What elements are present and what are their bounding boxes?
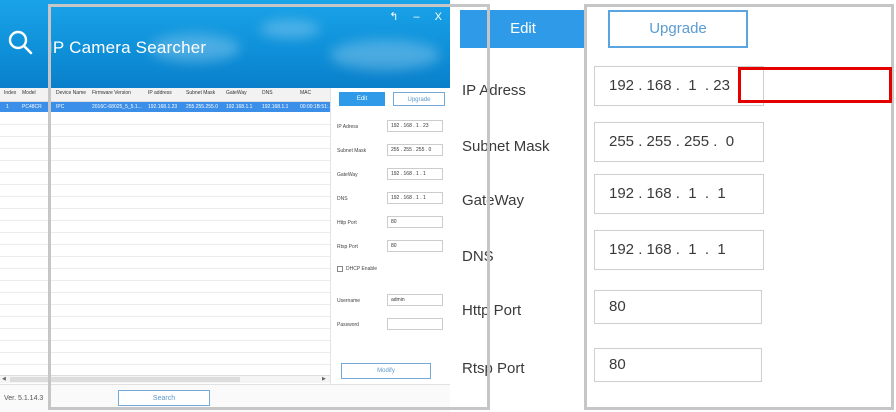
- callout-frame-right: [584, 4, 894, 410]
- search-icon: [8, 30, 33, 55]
- table-cell: 1: [6, 104, 9, 110]
- table-cell: PC48CR: [22, 104, 42, 110]
- version-text: Ver. 5.1.14.3: [4, 395, 44, 402]
- column-header[interactable]: Model: [22, 90, 36, 96]
- scroll-left-icon[interactable]: ◀: [2, 376, 6, 382]
- callout-frame-left: [48, 4, 490, 410]
- highlight-box: [738, 67, 892, 103]
- column-header[interactable]: Index: [4, 90, 16, 96]
